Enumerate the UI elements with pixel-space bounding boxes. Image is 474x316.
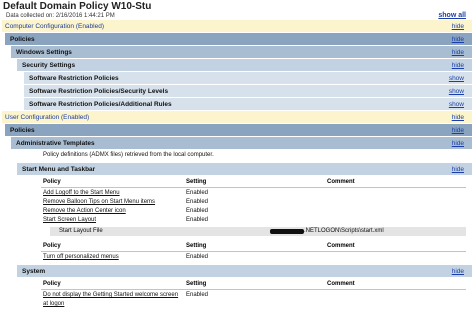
column-header-policy: Policy	[43, 179, 61, 185]
user-configuration-header: User Configuration (Enabled) hide	[2, 111, 472, 123]
user-policies-header: Policies hide	[5, 124, 472, 136]
security-levels-show-link[interactable]: show	[449, 88, 464, 95]
policy-link-add-logoff[interactable]: Add Logoff to the Start Menu	[43, 190, 120, 196]
policy-link-start-screen-layout[interactable]: Start Screen Layout	[43, 217, 96, 223]
additional-rules-header: Software Restriction Policies/Additional…	[24, 98, 472, 110]
column-header-comment: Comment	[327, 243, 355, 249]
system-label: System	[22, 267, 46, 275]
software-restriction-policies-show-link[interactable]: show	[449, 75, 464, 82]
computer-configuration-header: Computer Configuration (Enabled) hide	[2, 20, 472, 32]
setting-value: Enabled	[186, 190, 209, 196]
policy-link-getting-started-welcome[interactable]: Do not display the Getting Started welco…	[43, 292, 178, 298]
security-settings-hide-link[interactable]: hide	[452, 62, 464, 69]
layout-file-label: Start Layout File	[59, 228, 103, 234]
setting-value: Enabled	[186, 208, 209, 214]
report-title: Default Domain Policy W10-Stu	[3, 1, 152, 12]
column-header-comment: Comment	[327, 281, 355, 287]
computer-configuration-label: Computer Configuration (Enabled)	[5, 22, 104, 30]
column-header-policy: Policy	[43, 281, 61, 287]
table-divider	[41, 251, 466, 252]
computer-configuration-hide-link[interactable]: hide	[452, 23, 464, 30]
start-menu-taskbar-header: Start Menu and Taskbar hide	[17, 163, 472, 175]
start-menu-taskbar-label: Start Menu and Taskbar	[22, 165, 96, 173]
user-configuration-label: User Configuration (Enabled)	[5, 113, 90, 121]
software-restriction-policies-label: Software Restriction Policies	[29, 74, 119, 82]
windows-settings-label: Windows Settings	[16, 48, 72, 56]
computer-policies-hide-link[interactable]: hide	[452, 36, 464, 43]
table-divider	[41, 289, 466, 290]
start-menu-taskbar-hide-link[interactable]: hide	[452, 166, 464, 173]
redacted-server-name	[270, 229, 304, 234]
administrative-templates-header: Administrative Templates hide	[11, 137, 472, 149]
computer-policies-header: Policies hide	[5, 33, 472, 45]
admx-note: Policy definitions (ADMX files) retrieve…	[43, 152, 214, 158]
additional-rules-label: Software Restriction Policies/Additional…	[29, 100, 172, 108]
setting-value: Enabled	[186, 292, 209, 298]
policy-link-turn-off-personalized-menus[interactable]: Turn off personalized menus	[43, 254, 119, 260]
show-all-link[interactable]: show all	[438, 12, 466, 19]
policy-link-remove-balloon-tips[interactable]: Remove Balloon Tips on Start Menu items	[43, 199, 155, 205]
user-policies-hide-link[interactable]: hide	[452, 127, 464, 134]
column-header-comment: Comment	[327, 179, 355, 185]
table-divider	[41, 187, 466, 188]
column-header-setting: Setting	[186, 243, 207, 249]
data-collected-text: Data collected on: 2/16/2016 1:44:21 PM	[6, 13, 115, 19]
administrative-templates-hide-link[interactable]: hide	[452, 140, 464, 147]
setting-value: Enabled	[186, 254, 209, 260]
column-header-setting: Setting	[186, 281, 207, 287]
setting-value: Enabled	[186, 217, 209, 223]
security-settings-label: Security Settings	[22, 61, 76, 69]
layout-file-path: .NETLOGON\Scripts\start.xml	[304, 228, 384, 234]
system-hide-link[interactable]: hide	[452, 268, 464, 275]
policy-link-getting-started-welcome-line2[interactable]: at logon	[43, 301, 64, 307]
column-header-setting: Setting	[186, 179, 207, 185]
user-policies-label: Policies	[10, 126, 35, 134]
layout-file-row	[50, 227, 466, 236]
policy-link-remove-action-center[interactable]: Remove the Action Center icon	[43, 208, 126, 214]
windows-settings-hide-link[interactable]: hide	[452, 49, 464, 56]
administrative-templates-label: Administrative Templates	[16, 139, 95, 147]
column-header-policy: Policy	[43, 243, 61, 249]
windows-settings-header: Windows Settings hide	[11, 46, 472, 58]
user-configuration-hide-link[interactable]: hide	[452, 114, 464, 121]
additional-rules-show-link[interactable]: show	[449, 101, 464, 108]
software-restriction-policies-header: Software Restriction Policies show	[24, 72, 472, 84]
system-header: System hide	[17, 265, 472, 277]
computer-policies-label: Policies	[10, 35, 35, 43]
security-levels-header: Software Restriction Policies/Security L…	[24, 85, 472, 97]
security-levels-label: Software Restriction Policies/Security L…	[29, 87, 169, 95]
setting-value: Enabled	[186, 199, 209, 205]
security-settings-header: Security Settings hide	[17, 59, 472, 71]
